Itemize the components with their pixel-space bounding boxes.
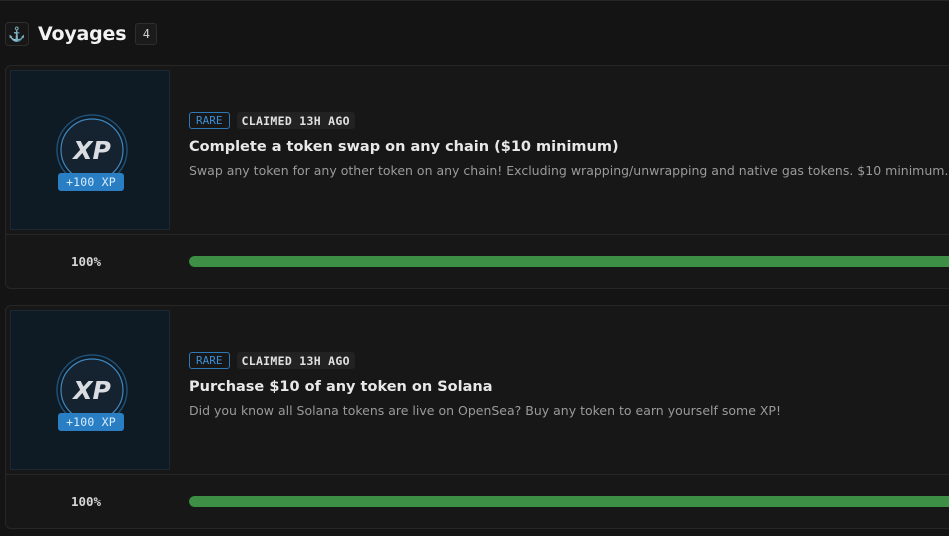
progress-bar xyxy=(189,256,949,267)
rarity-tag: RARE xyxy=(189,112,230,129)
top-divider xyxy=(0,0,949,1)
xp-reward-badge: +100 XP xyxy=(58,173,124,191)
section-header: ⚓ Voyages 4 xyxy=(5,21,158,47)
quest-title: Complete a token swap on any chain ($10 … xyxy=(189,139,619,155)
card-divider xyxy=(6,474,949,475)
quest-card[interactable]: XP +100 XP RARE CLAIMED 13H AGO Purchase… xyxy=(5,305,949,529)
claimed-tag: CLAIMED 13H AGO xyxy=(236,352,355,369)
voyages-panel: ⚓ Voyages 4 XP +100 XP RARE CLAIMED 13H … xyxy=(0,0,949,536)
progress-percent: 100% xyxy=(70,494,102,509)
quest-title: Purchase $10 of any token on Solana xyxy=(189,379,493,395)
card-divider xyxy=(6,234,949,235)
section-title: Voyages xyxy=(38,23,127,45)
progress-bar xyxy=(189,496,949,507)
quest-tags: RARE CLAIMED 13H AGO xyxy=(189,112,949,129)
quest-info: RARE CLAIMED 13H AGO Purchase $10 of any… xyxy=(189,352,949,418)
quest-info: RARE CLAIMED 13H AGO Complete a token sw… xyxy=(189,112,949,178)
xp-logo-text: XP xyxy=(71,376,111,405)
quest-card[interactable]: XP +100 XP RARE CLAIMED 13H AGO Complete… xyxy=(5,65,949,289)
progress-percent: 100% xyxy=(70,254,102,269)
quest-tags: RARE CLAIMED 13H AGO xyxy=(189,352,949,369)
claimed-tag: CLAIMED 13H AGO xyxy=(236,112,355,129)
quest-description: Swap any token for any other token on an… xyxy=(189,163,949,178)
quest-thumbnail: XP +100 XP xyxy=(10,310,170,470)
count-badge: 4 xyxy=(135,23,158,45)
progress-fill xyxy=(189,256,949,267)
progress-fill xyxy=(189,496,949,507)
quest-thumbnail: XP +100 XP xyxy=(10,70,170,230)
xp-logo-text: XP xyxy=(71,136,111,165)
xp-reward-badge: +100 XP xyxy=(58,413,124,431)
rarity-tag: RARE xyxy=(189,352,230,369)
quest-description: Did you know all Solana tokens are live … xyxy=(189,403,781,418)
anchor-icon: ⚓ xyxy=(5,22,29,46)
